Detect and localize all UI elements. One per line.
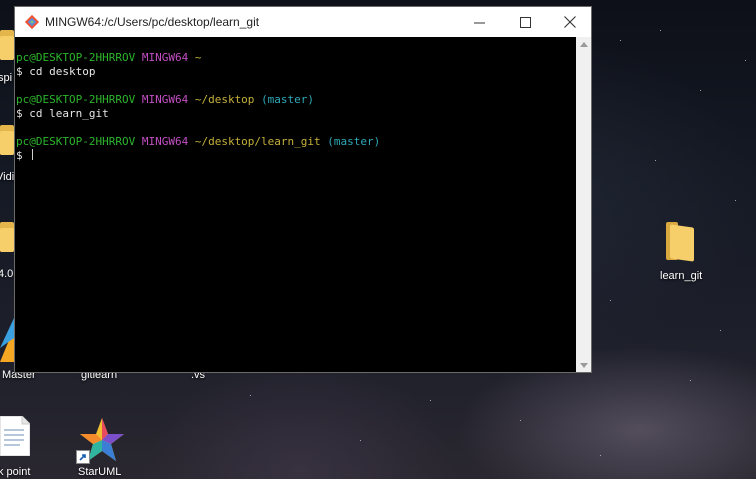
chevron-down-icon	[579, 362, 588, 368]
desktop-icon-4-0[interactable]: 4.0.	[0, 222, 16, 282]
desktop-icon-staruml[interactable]: StarUML	[72, 414, 130, 479]
folder-icon	[666, 222, 694, 262]
git-icon	[24, 14, 40, 30]
prompt-user: pc@DESKTOP-2HHRROV	[16, 135, 136, 148]
scroll-up-button[interactable]	[576, 37, 591, 51]
chevron-up-icon	[579, 41, 588, 47]
maximize-button[interactable]	[502, 7, 548, 37]
document-icon	[0, 415, 31, 457]
maximize-icon	[519, 16, 531, 28]
prompt-branch: (master)	[327, 135, 381, 148]
vertical-scrollbar[interactable]	[576, 37, 591, 372]
desktop-icon-label: Vidi	[0, 171, 15, 183]
terminal-window[interactable]: MINGW64:/c/Users/pc/desktop/learn_git pc…	[14, 6, 592, 373]
app-icon	[0, 318, 14, 362]
window-title: MINGW64:/c/Users/pc/desktop/learn_git	[45, 15, 260, 29]
close-button[interactable]	[547, 7, 593, 37]
command-line: $ cd learn_git	[16, 107, 109, 120]
desktop-icon-label: learn_git	[660, 270, 703, 282]
prompt-line: pc@DESKTOP-2HHRROV MINGW64 ~	[16, 51, 577, 65]
command-prompt: $	[16, 149, 30, 162]
input-line[interactable]: $	[16, 149, 577, 163]
close-icon	[564, 16, 576, 28]
terminal-output[interactable]: pc@DESKTOP-2HHRROV MINGW64 ~ $ cd deskto…	[15, 37, 577, 372]
desktop-icon-label: k point	[0, 466, 31, 478]
folder-icon	[0, 222, 14, 252]
folder-icon	[0, 125, 14, 155]
prompt-env: MINGW64	[141, 135, 189, 148]
title-bar[interactable]: MINGW64:/c/Users/pc/desktop/learn_git	[15, 7, 591, 37]
prompt-branch: (master)	[261, 93, 315, 106]
prompt-path: ~/desktop/learn_git	[194, 135, 321, 148]
command-line: $ cd desktop	[16, 65, 96, 78]
scroll-down-button[interactable]	[576, 358, 591, 372]
shortcut-arrow-icon	[76, 450, 90, 464]
desktop-icon-spi[interactable]: spi	[0, 30, 14, 90]
folder-icon	[0, 30, 14, 60]
prompt-env: MINGW64	[141, 51, 189, 64]
desktop-icon-label: StarUML	[78, 466, 122, 478]
prompt-user: pc@DESKTOP-2HHRROV	[16, 93, 136, 106]
prompt-path: ~	[194, 51, 202, 64]
desktop-icon-label: spi	[0, 72, 13, 84]
desktop-icon-vidi[interactable]: Vidi	[0, 125, 14, 185]
text-cursor	[32, 149, 34, 160]
staruml-icon	[76, 416, 126, 464]
desktop-icon-k-point[interactable]: k point	[0, 415, 46, 479]
prompt-line: pc@DESKTOP-2HHRROV MINGW64 ~/desktop/lea…	[16, 135, 577, 149]
minimize-button[interactable]	[456, 7, 502, 37]
prompt-line: pc@DESKTOP-2HHRROV MINGW64 ~/desktop (ma…	[16, 93, 577, 107]
minimize-icon	[473, 22, 485, 23]
prompt-path: ~/desktop	[194, 93, 255, 106]
desktop-icon-learn-git[interactable]: learn_git	[652, 218, 714, 288]
prompt-env: MINGW64	[141, 93, 189, 106]
prompt-user: pc@DESKTOP-2HHRROV	[16, 51, 136, 64]
